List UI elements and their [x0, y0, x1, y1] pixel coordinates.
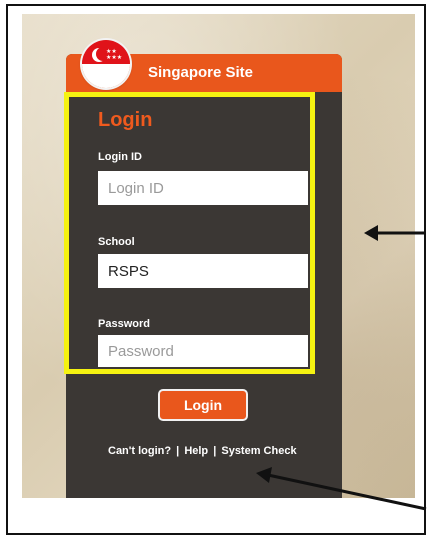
password-label: Password — [98, 318, 150, 330]
pointer-arrow-icon — [364, 225, 424, 241]
link-separator: | — [213, 445, 217, 457]
login-id-label: Login ID — [98, 151, 142, 163]
singapore-flag-icon: ★★ ★★★ — [82, 40, 130, 88]
link-separator: | — [176, 445, 180, 457]
system-check-link[interactable]: System Check — [221, 445, 296, 457]
password-input[interactable] — [98, 335, 308, 367]
login-heading: Login — [98, 109, 153, 131]
help-links: Can't login? | Help | System Check — [108, 445, 297, 457]
cant-login-link[interactable]: Can't login? — [108, 445, 171, 457]
login-button[interactable]: Login — [158, 389, 248, 421]
form-highlight-box — [64, 92, 315, 374]
school-input[interactable] — [98, 254, 308, 288]
school-label: School — [98, 236, 135, 248]
help-link[interactable]: Help — [184, 445, 208, 457]
login-id-input[interactable] — [98, 171, 308, 205]
pointer-arrow-icon — [256, 467, 427, 511]
site-title: Singapore Site — [148, 64, 254, 81]
